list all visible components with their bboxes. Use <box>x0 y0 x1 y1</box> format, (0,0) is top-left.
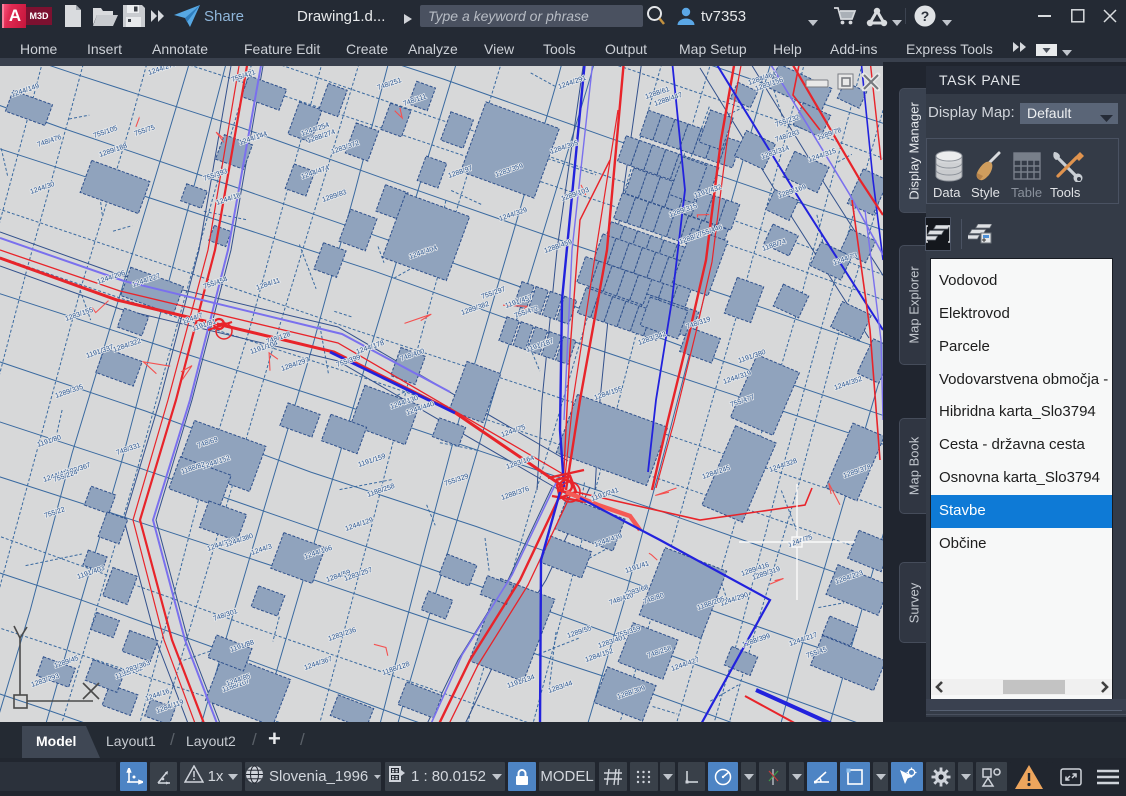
svg-text:?: ? <box>921 8 930 24</box>
